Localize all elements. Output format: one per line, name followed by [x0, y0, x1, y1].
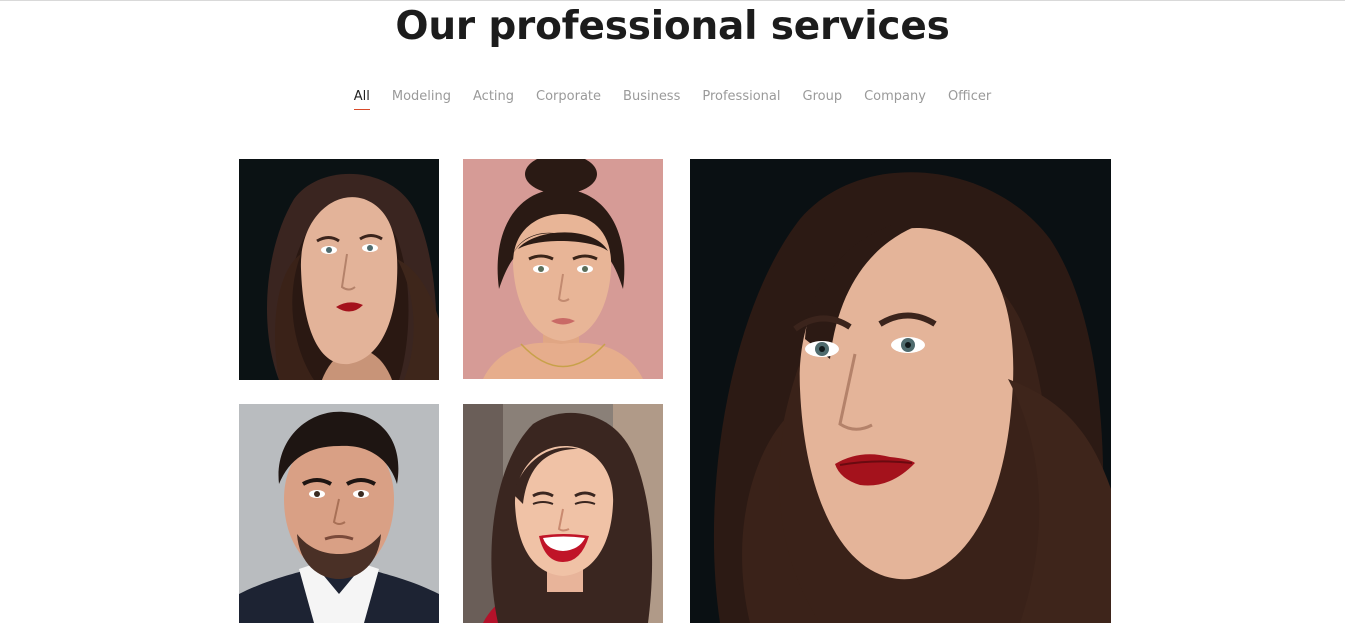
- filter-tab-acting[interactable]: Acting: [473, 89, 514, 110]
- gallery-photo-woman-pink-background[interactable]: [463, 159, 663, 379]
- filter-tab-group[interactable]: Group: [803, 89, 843, 110]
- top-divider: [0, 0, 1345, 1]
- filter-tab-all[interactable]: All: [353, 89, 371, 110]
- gallery-photo-man-beard[interactable]: [239, 404, 439, 623]
- filter-tab-corporate[interactable]: Corporate: [536, 89, 601, 110]
- filter-tab-business[interactable]: Business: [623, 89, 680, 110]
- page-title: Our professional services: [395, 4, 950, 49]
- gallery-photo-woman-smiling[interactable]: [463, 404, 663, 623]
- filter-tab-officer[interactable]: Officer: [948, 89, 991, 110]
- category-filter-tabs: All Modeling Acting Corporate Business P…: [0, 89, 1345, 110]
- filter-tab-company[interactable]: Company: [864, 89, 926, 110]
- gallery-photo-featured-portrait[interactable]: [690, 159, 1111, 623]
- filter-tab-modeling[interactable]: Modeling: [392, 89, 451, 110]
- filter-tab-professional[interactable]: Professional: [702, 89, 780, 110]
- gallery-photo-woman-dark-hair[interactable]: [239, 159, 439, 380]
